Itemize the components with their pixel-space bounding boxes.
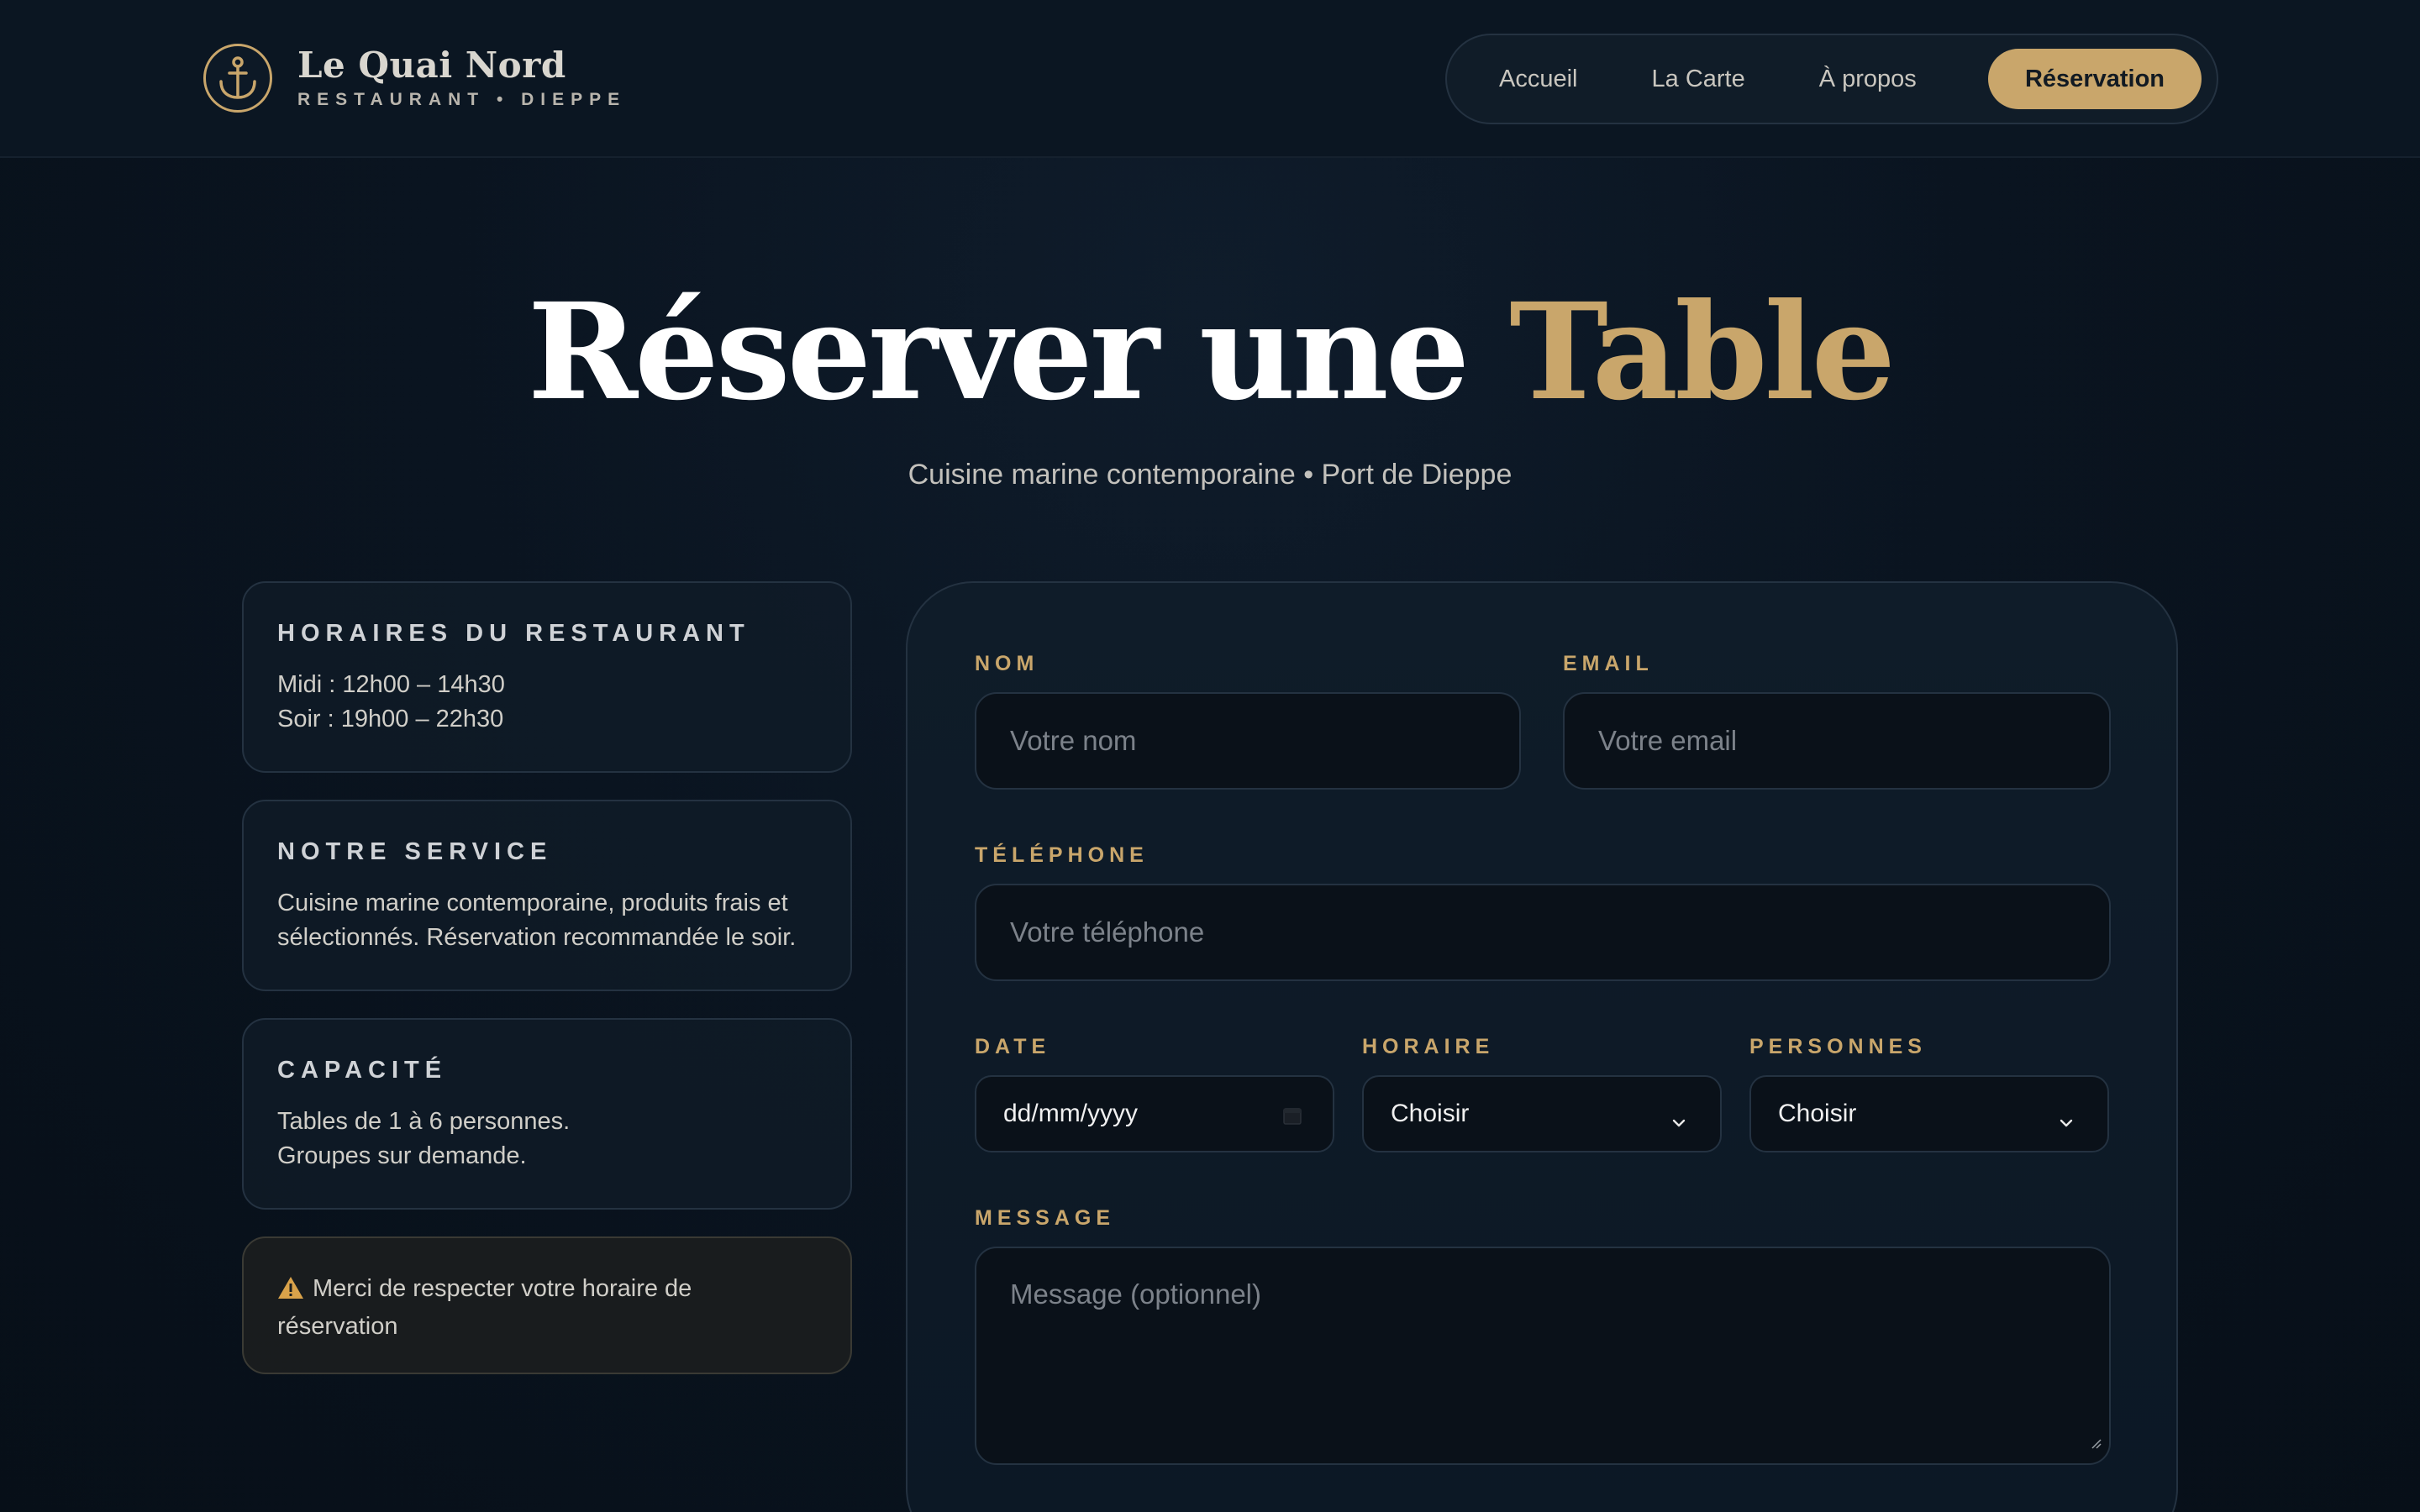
name-input[interactable]: Votre nom [975, 692, 1521, 790]
main-nav: Accueil La Carte À propos Réservation [1445, 34, 2218, 124]
hours-line-lunch: Midi : 12h00 – 14h30 [277, 671, 505, 698]
brand[interactable]: Le Quai Nord RESTAURANT • DIEPPE [203, 44, 626, 113]
date-input-value: dd/mm/yyyy [1003, 1100, 1139, 1127]
site-header: Le Quai Nord RESTAURANT • DIEPPE Accueil… [0, 0, 2420, 158]
people-label: PERSONNES [1749, 1035, 1927, 1058]
page-title-accent: Table [1509, 275, 1896, 430]
people-select-value: Choisir [1778, 1100, 1857, 1127]
capacity-card: CAPACITÉ Tables de 1 à 6 personnes. Grou… [242, 1018, 852, 1210]
warning-line-2: réservation [277, 1313, 398, 1340]
email-input[interactable]: Votre email [1563, 692, 2111, 790]
phone-input[interactable]: Votre téléphone [975, 884, 2111, 981]
hours-line-dinner: Soir : 19h00 – 22h30 [277, 706, 504, 732]
message-label: MESSAGE [975, 1206, 1116, 1230]
capacity-line-2: Groupes sur demande. [277, 1142, 527, 1169]
nav-item-reservation[interactable]: Réservation [1987, 49, 2202, 109]
service-line-1: Cuisine marine contemporaine, produits f… [277, 890, 788, 916]
message-placeholder: Message (optionnel) [1010, 1278, 1261, 1310]
service-line-2: sélectionnés. Réservation recommandée le… [277, 924, 797, 951]
date-label: DATE [975, 1035, 1051, 1058]
hours-card-body: Midi : 12h00 – 14h30 Soir : 19h00 – 22h3… [277, 668, 817, 737]
nav-item-accueil[interactable]: Accueil [1462, 49, 1615, 109]
service-card: NOTRE SERVICE Cuisine marine contemporai… [242, 800, 852, 991]
calendar-icon[interactable] [1282, 1104, 1302, 1132]
capacity-card-body: Tables de 1 à 6 personnes. Groupes sur d… [277, 1105, 817, 1173]
anchor-icon [203, 44, 272, 113]
capacity-line-1: Tables de 1 à 6 personnes. [277, 1108, 571, 1135]
time-select-value: Choisir [1391, 1100, 1470, 1127]
page-title: Réserver une Table [0, 269, 2420, 437]
brand-name: Le Quai Nord [297, 45, 566, 86]
page-title-main: Réserver une [527, 275, 1510, 430]
page-subtitle: Cuisine marine contemporaine • Port de D… [908, 459, 1512, 491]
time-label: HORAIRE [1362, 1035, 1495, 1058]
name-label: NOM [975, 652, 1039, 675]
warning-line-1-row: Merci de respecter votre horaire de [277, 1272, 817, 1310]
warning-line-1: Merci de respecter votre horaire de [313, 1275, 692, 1302]
chevron-down-icon [2059, 1107, 2074, 1136]
service-card-body: Cuisine marine contemporaine, produits f… [277, 886, 817, 955]
email-label: EMAIL [1563, 652, 1654, 675]
resize-handle-icon[interactable] [2089, 1425, 2102, 1457]
service-card-title: NOTRE SERVICE [277, 838, 553, 865]
hours-card: HORAIRES DU RESTAURANT Midi : 12h00 – 14… [242, 581, 852, 773]
capacity-card-title: CAPACITÉ [277, 1057, 448, 1084]
reservation-form: NOM Votre nom EMAIL Votre email TÉLÉPHON… [906, 581, 2178, 1512]
warning-icon [277, 1275, 304, 1310]
message-textarea[interactable]: Message (optionnel) [975, 1247, 2111, 1465]
date-input[interactable]: dd/mm/yyyy [975, 1075, 1334, 1152]
nav-item-a-propos[interactable]: À propos [1782, 49, 1954, 109]
hours-card-title: HORAIRES DU RESTAURANT [277, 620, 750, 647]
nav-item-la-carte[interactable]: La Carte [1615, 49, 1782, 109]
people-select[interactable]: Choisir [1749, 1075, 2109, 1152]
warning-notice: Merci de respecter votre horaire de rése… [242, 1236, 852, 1374]
brand-subtitle: RESTAURANT • DIEPPE [297, 90, 627, 109]
chevron-down-icon [1671, 1107, 1686, 1136]
time-select[interactable]: Choisir [1362, 1075, 1722, 1152]
phone-label: TÉLÉPHONE [975, 843, 1149, 867]
